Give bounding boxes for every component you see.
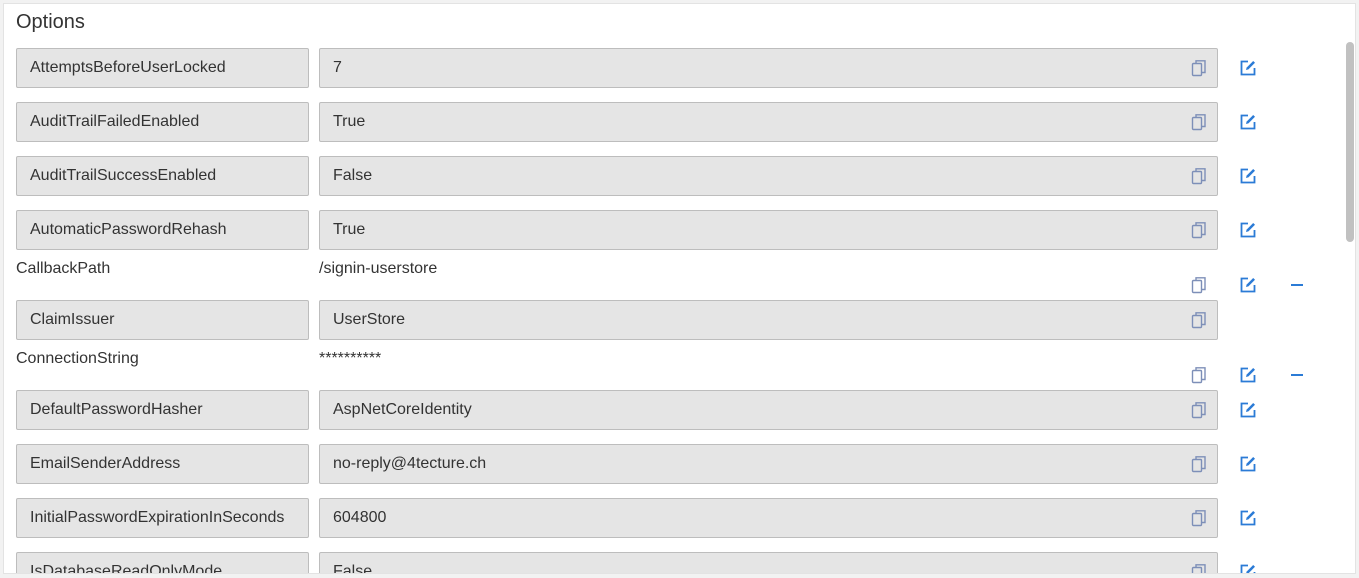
copy-icon[interactable] [1190,59,1208,77]
option-key: AutomaticPasswordRehash [16,210,309,250]
option-value-field[interactable]: no-reply@4tecture.ch [319,444,1218,484]
option-row: AttemptsBeforeUserLocked 7 [4,48,1344,92]
option-key: AttemptsBeforeUserLocked [16,48,309,88]
edit-icon[interactable] [1239,509,1257,527]
option-key: ConnectionString [16,350,139,367]
option-key: CallbackPath [16,260,111,277]
option-row: AuditTrailSuccessEnabled False [4,156,1344,200]
copy-icon[interactable] [1190,563,1208,573]
copy-icon[interactable] [1190,366,1208,384]
edit-icon[interactable] [1239,563,1257,573]
options-list: AttemptsBeforeUserLocked 7 AuditTrailFaile… [4,4,1355,573]
edit-icon[interactable] [1239,455,1257,473]
copy-icon[interactable] [1190,167,1208,185]
option-value-field[interactable]: 7 [319,48,1218,88]
copy-icon[interactable] [1190,455,1208,473]
option-value-field[interactable]: UserStore [319,300,1218,340]
option-value-field[interactable]: 604800 [319,498,1218,538]
edit-icon[interactable] [1239,167,1257,185]
options-panel: Options AttemptsBeforeUserLocked 7 AuditTr… [3,3,1356,574]
option-value-field[interactable]: False [319,156,1218,196]
edit-icon[interactable] [1239,221,1257,239]
option-row: ConnectionString ********** [4,350,1344,394]
option-value-field: /signin-userstore [319,260,438,277]
option-key: EmailSenderAddress [16,444,309,484]
copy-icon[interactable] [1190,113,1208,131]
copy-icon[interactable] [1190,311,1208,329]
edit-icon[interactable] [1239,276,1257,294]
option-row: InitialPasswordExpirationInSeconds 604800 [4,498,1344,542]
minus-icon[interactable] [1288,366,1306,384]
scrollbar-thumb[interactable] [1346,42,1354,242]
option-key: ClaimIssuer [16,300,309,340]
option-key: AuditTrailSuccessEnabled [16,156,309,196]
option-key: AuditTrailFailedEnabled [16,102,309,142]
option-value-field[interactable]: AspNetCoreIdentity [319,390,1218,430]
option-value-field[interactable]: True [319,210,1218,250]
edit-icon[interactable] [1239,59,1257,77]
minus-icon[interactable] [1288,276,1306,294]
option-key: InitialPasswordExpirationInSeconds [16,498,309,538]
option-row: DefaultPasswordHasher AspNetCoreIdentity [4,390,1344,434]
option-row: AuditTrailFailedEnabled True [4,102,1344,146]
option-value-field[interactable]: True [319,102,1218,142]
option-row: ClaimIssuer UserStore [4,300,1344,344]
scrollbar[interactable] [1346,42,1354,573]
option-row: EmailSenderAddress no-reply@4tecture.ch [4,444,1344,488]
option-key: DefaultPasswordHasher [16,390,309,430]
copy-icon[interactable] [1190,276,1208,294]
option-row: CallbackPath/signin-userstore [4,260,1344,304]
copy-icon[interactable] [1190,401,1208,419]
option-value-field: ********** [319,350,382,367]
copy-icon[interactable] [1190,221,1208,239]
option-value-field[interactable]: False [319,552,1218,573]
option-row: AutomaticPasswordRehash True [4,210,1344,254]
edit-icon[interactable] [1239,366,1257,384]
option-row: IsDatabaseReadOnlyMode False [4,552,1344,573]
option-key: IsDatabaseReadOnlyMode [16,552,309,573]
edit-icon[interactable] [1239,401,1257,419]
copy-icon[interactable] [1190,509,1208,527]
edit-icon[interactable] [1239,113,1257,131]
